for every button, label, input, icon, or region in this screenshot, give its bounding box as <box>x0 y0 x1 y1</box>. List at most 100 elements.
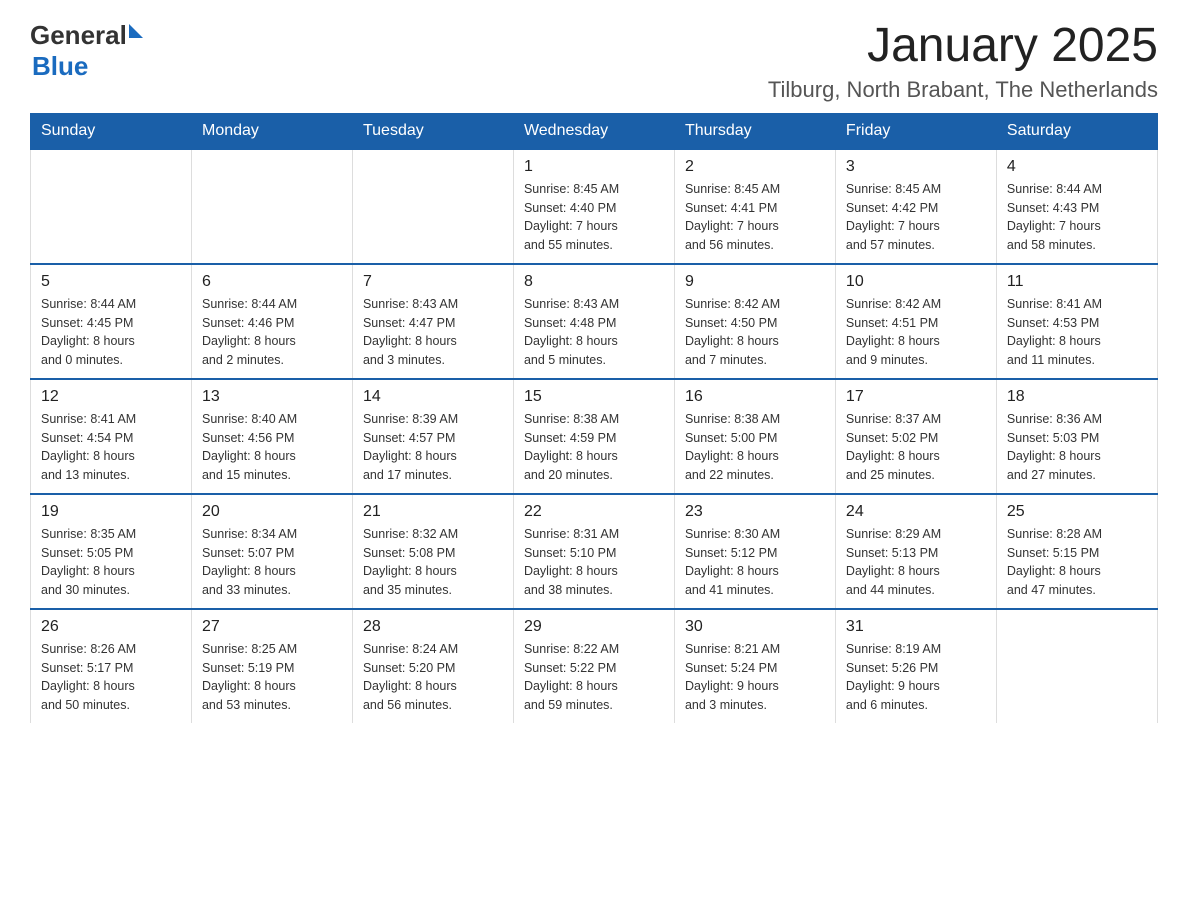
calendar-cell: 5 Sunrise: 8:44 AM Sunset: 4:45 PM Daylig… <box>31 264 192 379</box>
calendar-body: 1 Sunrise: 8:45 AM Sunset: 4:40 PM Daylig… <box>31 149 1158 723</box>
day-number: 14 <box>363 388 503 406</box>
month-year-title: January 2025 <box>768 20 1158 73</box>
day-number: 10 <box>846 273 986 291</box>
day-info: Sunrise: 8:42 AM Sunset: 4:51 PM Dayligh… <box>846 295 986 370</box>
calendar-cell: 15Sunrise: 8:38 AM Sunset: 4:59 PM Dayli… <box>513 379 674 494</box>
day-number: 13 <box>202 388 342 406</box>
day-info: Sunrise: 8:45 AM Sunset: 4:41 PM Dayligh… <box>685 180 825 255</box>
day-number: 6 <box>202 273 342 291</box>
day-info: Sunrise: 8:40 AM Sunset: 4:56 PM Dayligh… <box>202 410 342 485</box>
calendar-cell: 31 Sunrise: 8:19 AM Sunset: 5:26 PM Dayli… <box>835 609 996 723</box>
day-info: Sunrise: 8:28 AM Sunset: 5:15 PM Dayligh… <box>1007 525 1147 600</box>
day-number: 20 <box>202 503 342 521</box>
day-of-week-header: Tuesday <box>352 113 513 149</box>
day-info: Sunrise: 8:36 AM Sunset: 5:03 PM Dayligh… <box>1007 410 1147 485</box>
logo-blue-text: Blue <box>32 51 88 82</box>
day-info: Sunrise: 8:41 AM Sunset: 4:53 PM Dayligh… <box>1007 295 1147 370</box>
calendar-cell <box>996 609 1157 723</box>
calendar-cell: 24Sunrise: 8:29 AM Sunset: 5:13 PM Dayli… <box>835 494 996 609</box>
day-number: 18 <box>1007 388 1147 406</box>
day-info: Sunrise: 8:37 AM Sunset: 5:02 PM Dayligh… <box>846 410 986 485</box>
day-number: 11 <box>1007 273 1147 291</box>
day-number: 31 <box>846 618 986 636</box>
logo: General Blue <box>30 20 143 82</box>
day-info: Sunrise: 8:43 AM Sunset: 4:47 PM Dayligh… <box>363 295 503 370</box>
day-info: Sunrise: 8:44 AM Sunset: 4:45 PM Dayligh… <box>41 295 181 370</box>
calendar-cell <box>31 149 192 264</box>
calendar-cell: 26Sunrise: 8:26 AM Sunset: 5:17 PM Dayli… <box>31 609 192 723</box>
calendar-week-row: 12 Sunrise: 8:41 AM Sunset: 4:54 PM Dayli… <box>31 379 1158 494</box>
calendar-cell: 30 Sunrise: 8:21 AM Sunset: 5:24 PM Dayli… <box>674 609 835 723</box>
day-number: 16 <box>685 388 825 406</box>
logo-general-text: General <box>30 20 127 51</box>
day-info: Sunrise: 8:45 AM Sunset: 4:40 PM Dayligh… <box>524 180 664 255</box>
days-of-week-row: SundayMondayTuesdayWednesdayThursdayFrid… <box>31 113 1158 149</box>
day-number: 26 <box>41 618 181 636</box>
day-number: 5 <box>41 273 181 291</box>
calendar-cell: 16Sunrise: 8:38 AM Sunset: 5:00 PM Dayli… <box>674 379 835 494</box>
calendar-cell: 11 Sunrise: 8:41 AM Sunset: 4:53 PM Dayli… <box>996 264 1157 379</box>
day-number: 8 <box>524 273 664 291</box>
day-info: Sunrise: 8:42 AM Sunset: 4:50 PM Dayligh… <box>685 295 825 370</box>
calendar-cell: 29 Sunrise: 8:22 AM Sunset: 5:22 PM Dayli… <box>513 609 674 723</box>
calendar-cell: 1 Sunrise: 8:45 AM Sunset: 4:40 PM Daylig… <box>513 149 674 264</box>
day-of-week-header: Monday <box>191 113 352 149</box>
day-number: 27 <box>202 618 342 636</box>
calendar-cell: 12 Sunrise: 8:41 AM Sunset: 4:54 PM Dayli… <box>31 379 192 494</box>
day-info: Sunrise: 8:44 AM Sunset: 4:46 PM Dayligh… <box>202 295 342 370</box>
calendar-cell: 9Sunrise: 8:42 AM Sunset: 4:50 PM Daylig… <box>674 264 835 379</box>
day-info: Sunrise: 8:32 AM Sunset: 5:08 PM Dayligh… <box>363 525 503 600</box>
day-number: 4 <box>1007 158 1147 176</box>
day-of-week-header: Sunday <box>31 113 192 149</box>
calendar-cell: 7 Sunrise: 8:43 AM Sunset: 4:47 PM Daylig… <box>352 264 513 379</box>
day-info: Sunrise: 8:41 AM Sunset: 4:54 PM Dayligh… <box>41 410 181 485</box>
calendar-cell: 22 Sunrise: 8:31 AM Sunset: 5:10 PM Dayli… <box>513 494 674 609</box>
day-number: 7 <box>363 273 503 291</box>
calendar-cell: 10 Sunrise: 8:42 AM Sunset: 4:51 PM Dayli… <box>835 264 996 379</box>
day-info: Sunrise: 8:34 AM Sunset: 5:07 PM Dayligh… <box>202 525 342 600</box>
logo-triangle-icon <box>129 24 143 38</box>
calendar-cell: 13 Sunrise: 8:40 AM Sunset: 4:56 PM Dayli… <box>191 379 352 494</box>
calendar-cell: 17 Sunrise: 8:37 AM Sunset: 5:02 PM Dayli… <box>835 379 996 494</box>
day-info: Sunrise: 8:35 AM Sunset: 5:05 PM Dayligh… <box>41 525 181 600</box>
calendar-cell: 25 Sunrise: 8:28 AM Sunset: 5:15 PM Dayli… <box>996 494 1157 609</box>
calendar-cell: 18 Sunrise: 8:36 AM Sunset: 5:03 PM Dayli… <box>996 379 1157 494</box>
calendar-header: SundayMondayTuesdayWednesdayThursdayFrid… <box>31 113 1158 149</box>
day-number: 30 <box>685 618 825 636</box>
calendar-cell <box>352 149 513 264</box>
day-info: Sunrise: 8:39 AM Sunset: 4:57 PM Dayligh… <box>363 410 503 485</box>
day-info: Sunrise: 8:21 AM Sunset: 5:24 PM Dayligh… <box>685 640 825 715</box>
day-info: Sunrise: 8:43 AM Sunset: 4:48 PM Dayligh… <box>524 295 664 370</box>
day-number: 12 <box>41 388 181 406</box>
day-info: Sunrise: 8:44 AM Sunset: 4:43 PM Dayligh… <box>1007 180 1147 255</box>
day-number: 22 <box>524 503 664 521</box>
calendar-cell: 8 Sunrise: 8:43 AM Sunset: 4:48 PM Daylig… <box>513 264 674 379</box>
day-of-week-header: Saturday <box>996 113 1157 149</box>
day-number: 29 <box>524 618 664 636</box>
day-info: Sunrise: 8:45 AM Sunset: 4:42 PM Dayligh… <box>846 180 986 255</box>
day-info: Sunrise: 8:25 AM Sunset: 5:19 PM Dayligh… <box>202 640 342 715</box>
day-of-week-header: Friday <box>835 113 996 149</box>
day-number: 23 <box>685 503 825 521</box>
day-number: 19 <box>41 503 181 521</box>
day-number: 3 <box>846 158 986 176</box>
day-info: Sunrise: 8:38 AM Sunset: 4:59 PM Dayligh… <box>524 410 664 485</box>
day-of-week-header: Thursday <box>674 113 835 149</box>
day-info: Sunrise: 8:22 AM Sunset: 5:22 PM Dayligh… <box>524 640 664 715</box>
calendar-cell: 19 Sunrise: 8:35 AM Sunset: 5:05 PM Dayli… <box>31 494 192 609</box>
day-number: 2 <box>685 158 825 176</box>
calendar-cell <box>191 149 352 264</box>
calendar-cell: 14 Sunrise: 8:39 AM Sunset: 4:57 PM Dayli… <box>352 379 513 494</box>
calendar-cell: 28Sunrise: 8:24 AM Sunset: 5:20 PM Dayli… <box>352 609 513 723</box>
day-number: 17 <box>846 388 986 406</box>
day-number: 1 <box>524 158 664 176</box>
day-number: 25 <box>1007 503 1147 521</box>
day-info: Sunrise: 8:24 AM Sunset: 5:20 PM Dayligh… <box>363 640 503 715</box>
day-of-week-header: Wednesday <box>513 113 674 149</box>
day-info: Sunrise: 8:31 AM Sunset: 5:10 PM Dayligh… <box>524 525 664 600</box>
day-info: Sunrise: 8:19 AM Sunset: 5:26 PM Dayligh… <box>846 640 986 715</box>
calendar-cell: 20 Sunrise: 8:34 AM Sunset: 5:07 PM Dayli… <box>191 494 352 609</box>
title-section: January 2025 Tilburg, North Brabant, The… <box>768 20 1158 103</box>
calendar-week-row: 1 Sunrise: 8:45 AM Sunset: 4:40 PM Daylig… <box>31 149 1158 264</box>
calendar-cell: 23Sunrise: 8:30 AM Sunset: 5:12 PM Dayli… <box>674 494 835 609</box>
